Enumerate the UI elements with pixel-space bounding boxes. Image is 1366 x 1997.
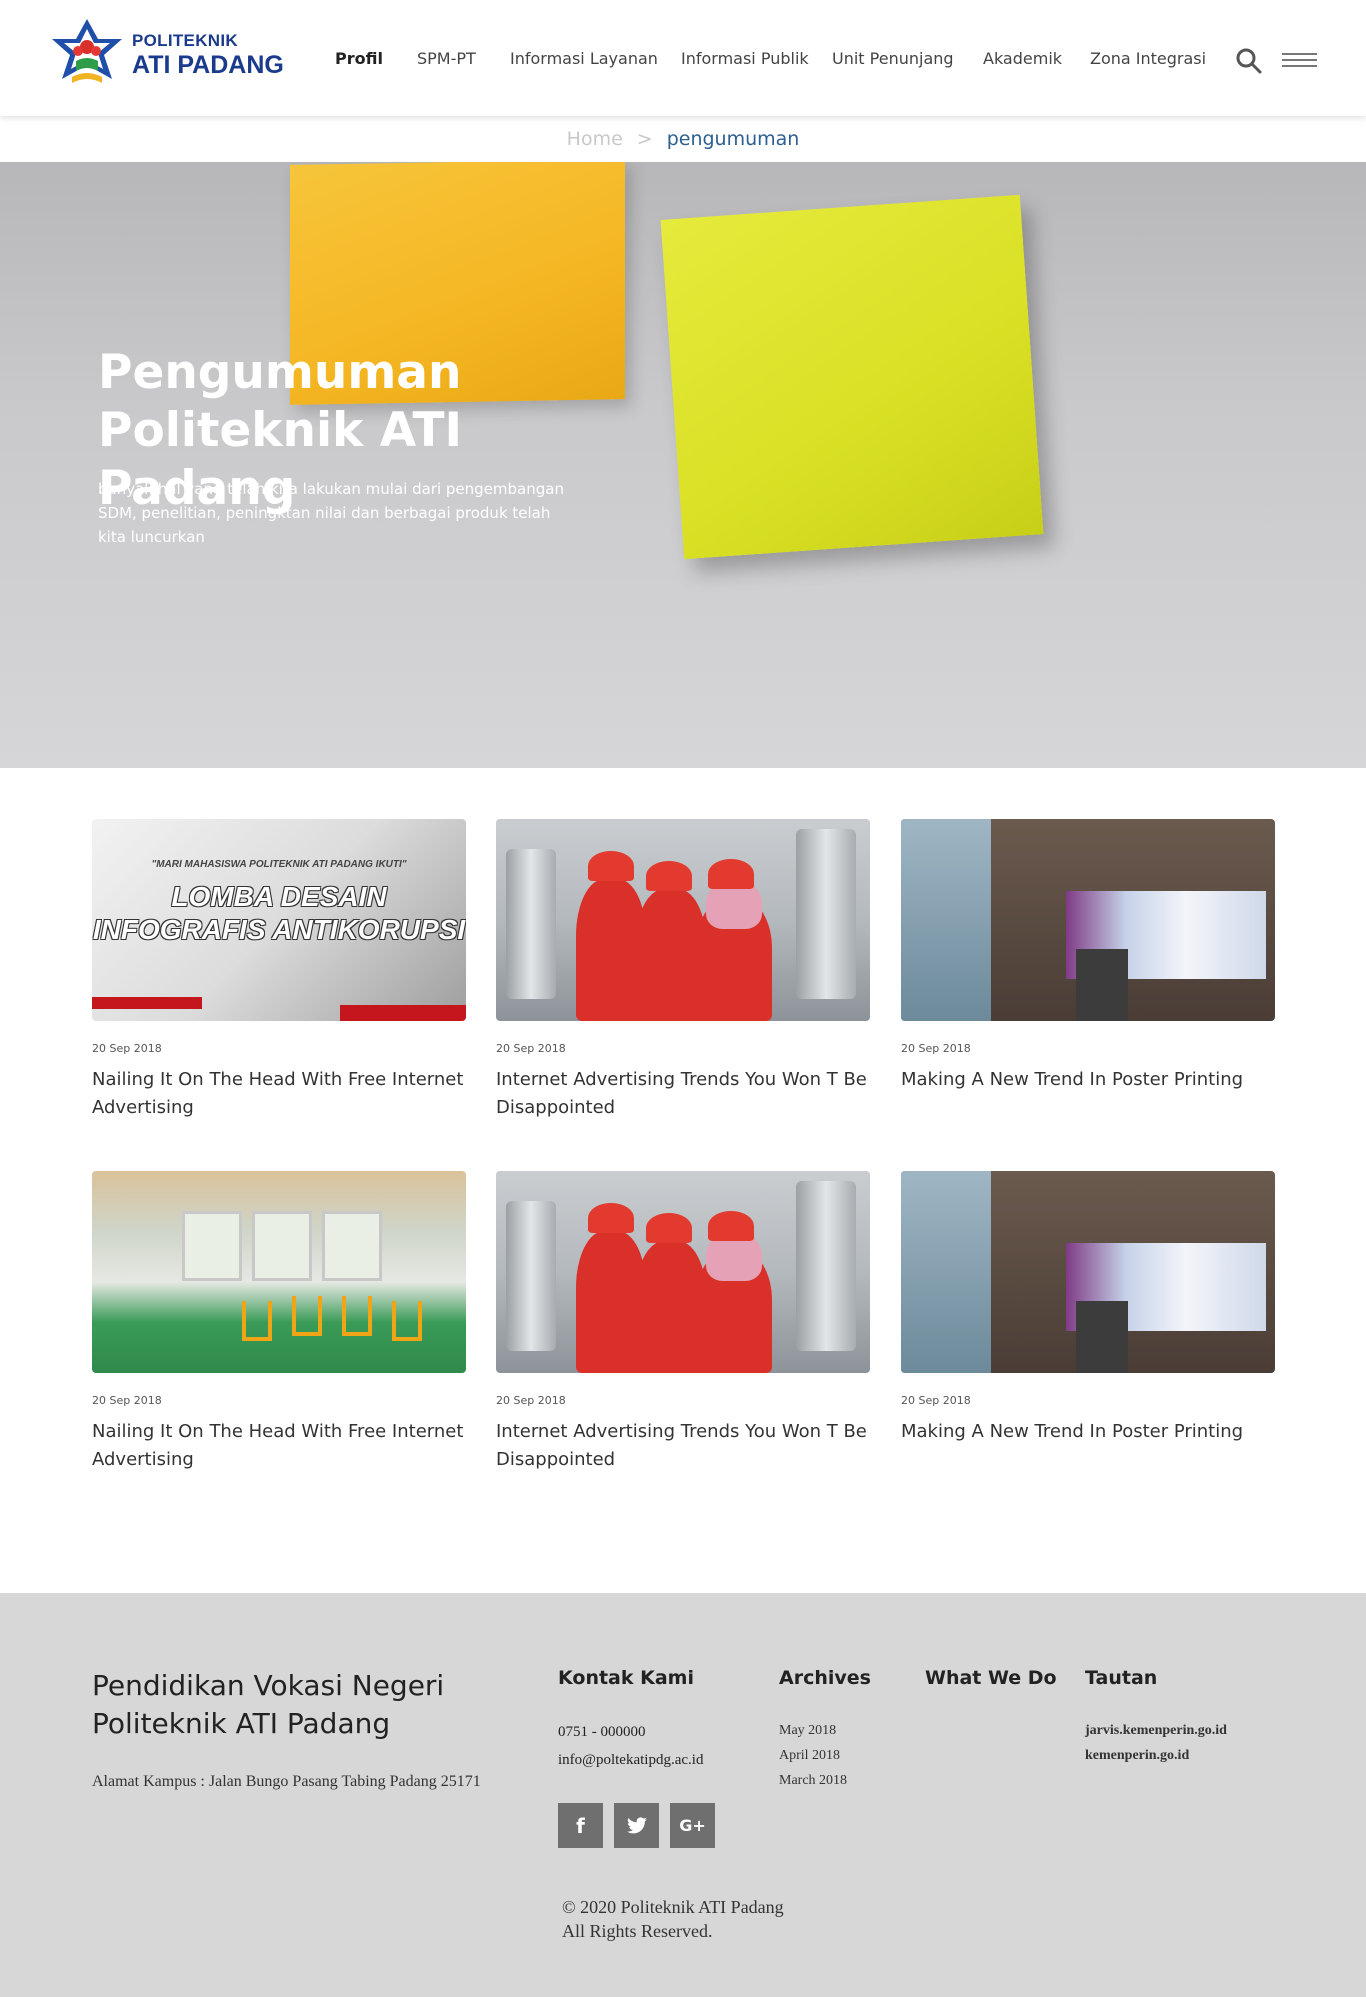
post-image[interactable] <box>92 1171 466 1373</box>
logo-line2: ATI PADANG <box>132 51 284 79</box>
archive-link[interactable]: April 2018 <box>779 1743 847 1768</box>
post-image[interactable] <box>496 1171 870 1373</box>
factory-tank <box>796 1181 856 1351</box>
post-date: 20 Sep 2018 <box>496 1394 566 1407</box>
worker-helmet <box>588 851 634 881</box>
worker-helmet <box>646 861 692 891</box>
factory-tank <box>506 1201 556 1351</box>
poster-subtitle: "MARI MAHASISWA POLITEKNIK ATI PADANG IK… <box>151 859 407 870</box>
worker-helmet <box>708 859 754 889</box>
politeknik-logo-icon <box>52 19 122 83</box>
post-title[interactable]: Internet Advertising Trends You Won T Be… <box>496 1066 870 1122</box>
nav-item-spm-pt[interactable]: SPM-PT <box>417 49 476 68</box>
post-date: 20 Sep 2018 <box>901 1394 971 1407</box>
post-date: 20 Sep 2018 <box>92 1042 162 1055</box>
footer-tagline-line1: Pendidikan Vokasi Negeri <box>92 1669 445 1702</box>
post-title[interactable]: Internet Advertising Trends You Won T Be… <box>496 1418 870 1474</box>
post-image[interactable]: "MARI MAHASISWA POLITEKNIK ATI PADANG IK… <box>92 819 466 1021</box>
footer-tautan-list: jarvis.kemenperin.go.id kemenperin.go.id <box>1085 1718 1227 1768</box>
post-title[interactable]: Nailing It On The Head With Free Interne… <box>92 1066 466 1122</box>
google-plus-icon[interactable]: G+ <box>670 1803 715 1848</box>
logo[interactable]: POLITEKNIK ATI PADANG <box>48 17 284 93</box>
breadcrumb: Home > pengumuman <box>0 116 1366 162</box>
post-image[interactable] <box>901 1171 1275 1373</box>
workshop-window <box>322 1211 382 1281</box>
worker-helmet <box>646 1213 692 1243</box>
hero-sticky-note-yellow <box>660 194 1044 560</box>
footer-tagline: Pendidikan Vokasi Negeri Politeknik ATI … <box>92 1667 512 1743</box>
hero-title-line1: Pengumuman <box>98 345 462 400</box>
hero-description: banyak hal yang telah kita lakukan mulai… <box>98 480 564 546</box>
post-image[interactable] <box>496 819 870 1021</box>
footer-heading-archives: Archives <box>779 1667 871 1689</box>
pallet-jack <box>242 1301 272 1341</box>
pallet-jack <box>292 1296 322 1336</box>
pallet-jack <box>342 1296 372 1336</box>
footer-archives-list: May 2018 April 2018 March 2018 <box>779 1718 847 1793</box>
copyright-line2: All Rights Reserved. <box>562 1921 713 1941</box>
poster-title-line2: INFOGRAFIS ANTIKORUPSI <box>92 914 466 945</box>
tautan-link[interactable]: jarvis.kemenperin.go.id <box>1085 1718 1227 1743</box>
nav-item-informasi-layanan[interactable]: Informasi Layanan <box>510 49 658 68</box>
post-title[interactable]: Making A New Trend In Poster Printing <box>901 1418 1275 1446</box>
post-card[interactable]: "MARI MAHASISWA POLITEKNIK ATI PADANG IK… <box>92 819 466 1122</box>
footer-phone: 0751 - 000000 <box>558 1724 646 1740</box>
post-card[interactable]: 20 Sep 2018 Making A New Trend In Poster… <box>901 1171 1275 1446</box>
worker-helmet <box>588 1203 634 1233</box>
tautan-link[interactable]: kemenperin.go.id <box>1085 1743 1227 1768</box>
poster-red-bar <box>340 1005 466 1021</box>
copyright-line1: © 2020 Politeknik ATI Padang <box>562 1897 784 1917</box>
breadcrumb-separator: > <box>636 128 653 150</box>
post-title[interactable]: Nailing It On The Head With Free Interne… <box>92 1418 466 1474</box>
footer-heading-kontak: Kontak Kami <box>558 1667 694 1689</box>
nav-item-zona-integrasi[interactable]: Zona Integrasi <box>1090 49 1206 68</box>
twitter-icon[interactable] <box>614 1803 659 1848</box>
post-image[interactable] <box>901 819 1275 1021</box>
footer-heading-what-we-do: What We Do <box>925 1667 1057 1689</box>
breadcrumb-current: pengumuman <box>666 128 800 150</box>
nav-item-informasi-publik[interactable]: Informasi Publik <box>681 49 809 68</box>
social-links: f G+ <box>558 1803 715 1848</box>
footer-contact: 0751 - 000000 info@poltekatipdg.ac.id <box>558 1718 703 1774</box>
footer-copyright: © 2020 Politeknik ATI Padang All Rights … <box>562 1895 784 1943</box>
poster-title-line1: LOMBA DESAIN <box>171 881 387 912</box>
post-date: 20 Sep 2018 <box>92 1394 162 1407</box>
poster-red-bar <box>92 997 202 1009</box>
podium <box>1076 1301 1128 1373</box>
facebook-icon[interactable]: f <box>558 1803 603 1848</box>
worker-helmet <box>708 1211 754 1241</box>
footer-tagline-line2: Politeknik ATI Padang <box>92 1707 391 1740</box>
archive-link[interactable]: May 2018 <box>779 1718 847 1743</box>
post-card[interactable]: 20 Sep 2018 Nailing It On The Head With … <box>92 1171 466 1474</box>
nav-item-unit-penunjang[interactable]: Unit Penunjang <box>832 49 954 68</box>
nav-item-profil[interactable]: Profil <box>335 49 383 68</box>
post-date: 20 Sep 2018 <box>901 1042 971 1055</box>
footer-email[interactable]: info@poltekatipdg.ac.id <box>558 1746 703 1774</box>
site-footer: Pendidikan Vokasi Negeri Politeknik ATI … <box>0 1593 1366 1997</box>
logo-line1: POLITEKNIK <box>132 31 238 50</box>
workshop-window <box>252 1211 312 1281</box>
hero-banner: Pengumuman Politeknik ATI Padang banyak … <box>0 162 1366 768</box>
post-title[interactable]: Making A New Trend In Poster Printing <box>901 1066 1275 1094</box>
search-icon[interactable] <box>1235 47 1263 75</box>
footer-address: Alamat Kampus : Jalan Bungo Pasang Tabin… <box>92 1773 481 1790</box>
projector-screen <box>901 819 991 1021</box>
pallet-jack <box>392 1301 422 1341</box>
projector-screen <box>901 1171 991 1373</box>
post-card[interactable]: 20 Sep 2018 Internet Advertising Trends … <box>496 819 870 1122</box>
factory-tank <box>506 849 556 999</box>
breadcrumb-home[interactable]: Home <box>567 128 623 150</box>
site-header: POLITEKNIK ATI PADANG Profil SPM-PT Info… <box>0 0 1366 116</box>
factory-tank <box>796 829 856 999</box>
hamburger-menu-icon[interactable] <box>1282 53 1317 69</box>
post-card[interactable]: 20 Sep 2018 Making A New Trend In Poster… <box>901 819 1275 1094</box>
footer-heading-tautan: Tautan <box>1085 1667 1158 1689</box>
archive-link[interactable]: March 2018 <box>779 1768 847 1793</box>
podium <box>1076 949 1128 1021</box>
nav-item-akademik[interactable]: Akademik <box>983 49 1062 68</box>
post-card[interactable]: 20 Sep 2018 Internet Advertising Trends … <box>496 1171 870 1474</box>
post-date: 20 Sep 2018 <box>496 1042 566 1055</box>
workshop-window <box>182 1211 242 1281</box>
